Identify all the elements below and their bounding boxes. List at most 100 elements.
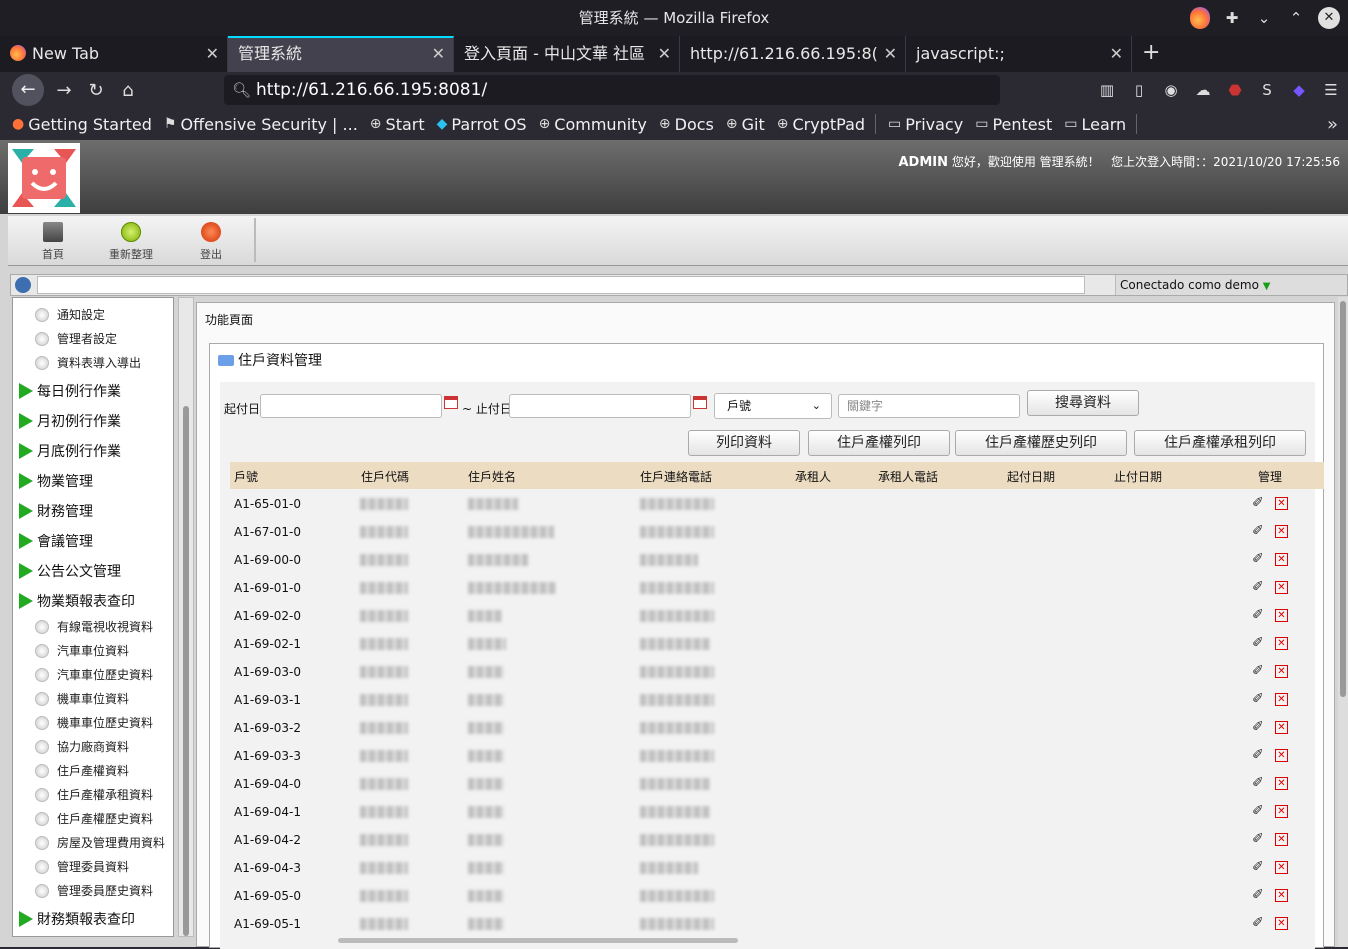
delete-icon[interactable]: ✕ [1275,553,1288,566]
close-tab-icon[interactable]: ✕ [1110,36,1123,72]
bookmark-cryptpad[interactable]: ⊕ CryptPad [777,115,865,134]
edit-icon[interactable]: ✐ [1252,635,1264,651]
sidebar-item[interactable]: 財務類報表查印 [13,909,173,929]
edit-icon[interactable]: ✐ [1252,803,1264,819]
delete-icon[interactable]: ✕ [1275,609,1288,622]
delete-icon[interactable]: ✕ [1275,497,1288,510]
user-status[interactable]: Conectado como demo ▼ [1115,275,1347,295]
bookmark-folder-pentest[interactable]: ▭ Pentest [975,115,1052,134]
sidebar-item[interactable]: 物業類報表查印 [13,591,173,611]
account-icon[interactable]: ◉ [1160,81,1182,99]
s-extension-icon[interactable]: S [1256,81,1278,99]
bookmark-parrot-os[interactable]: ◆ Parrot OS [437,115,527,134]
library-icon[interactable]: ▥ [1096,81,1118,99]
sidebar-item[interactable]: 會議管理 [13,531,173,551]
menu-icon[interactable]: ☰ [1320,81,1342,99]
history-print-button[interactable]: 住戶產權歷史列印 [955,430,1127,456]
sidebar-item[interactable]: 物業管理 [13,471,173,491]
rental-print-button[interactable]: 住戶產權承租列印 [1134,430,1306,456]
edit-icon[interactable]: ✐ [1252,663,1264,679]
delete-icon[interactable]: ✕ [1275,861,1288,874]
edit-icon[interactable]: ✐ [1252,887,1264,903]
pin-icon[interactable]: ✚ [1222,0,1242,36]
ublock-icon[interactable]: ⬣ [1224,81,1246,99]
delete-icon[interactable]: ✕ [1275,917,1288,930]
delete-icon[interactable]: ✕ [1275,581,1288,594]
sidebar-item[interactable]: 住戶產權資料 [13,762,173,779]
bookmark-folder-privacy[interactable]: ▭ Privacy [888,115,963,134]
forward-button[interactable]: → [48,80,80,101]
maximize-icon[interactable]: ⌃ [1286,0,1306,36]
sidebar-item[interactable]: 住戶產權歷史資料 [13,810,173,827]
tab-javascript[interactable]: javascript:; ✕ [906,36,1132,72]
edit-icon[interactable]: ✐ [1252,523,1264,539]
bookmark-offensive-security[interactable]: ⚑ Offensive Security | ... [164,115,358,134]
extension-icon[interactable]: ☁ [1192,81,1214,99]
edit-icon[interactable]: ✐ [1252,775,1264,791]
field-select[interactable]: 戶號 ⌄ [714,393,832,419]
bookmark-start[interactable]: ⊕ Start [370,115,425,134]
refresh-tool-button[interactable]: 重新整理 [96,222,166,262]
tab-login-page[interactable]: 登入頁面 - 中山文華 社區 ✕ [454,36,680,72]
edit-icon[interactable]: ✐ [1252,495,1264,511]
sidebar-item[interactable]: 每日例行作業 [13,381,173,401]
sidebar-item[interactable]: 財務管理 [13,501,173,521]
sidebar-item[interactable]: 機車車位資料 [13,690,173,707]
bookmark-getting-started[interactable]: ● Getting Started [12,115,152,134]
sidebar-item[interactable]: 管理委員資料 [13,858,173,875]
search-button[interactable]: 搜尋資料 [1027,390,1139,416]
delete-icon[interactable]: ✕ [1275,693,1288,706]
edit-icon[interactable]: ✐ [1252,831,1264,847]
sidebar-item[interactable]: 汽車車位歷史資料 [13,666,173,683]
sidebar-item[interactable]: 住戶產權承租資料 [13,786,173,803]
edit-icon[interactable]: ✐ [1252,719,1264,735]
tab-new-tab[interactable]: New Tab ✕ [0,36,228,72]
delete-icon[interactable]: ✕ [1275,665,1288,678]
delete-icon[interactable]: ✕ [1275,637,1288,650]
home-button[interactable]: ⌂ [112,80,144,101]
bookmark-docs[interactable]: ⊕ Docs [659,115,714,134]
page-scroll-thumb[interactable] [1340,301,1346,697]
page-scrollbar[interactable] [1338,297,1348,947]
sidebar-item[interactable]: 通知設定 [13,306,173,323]
close-tab-icon[interactable]: ✕ [206,36,219,72]
bookmark-community[interactable]: ⊕ Community [539,115,647,134]
reload-button[interactable]: ↻ [80,80,112,101]
sidebar-item[interactable]: 房屋及管理費用資料 [13,834,173,851]
bookmark-git[interactable]: ⊕ Git [726,115,765,134]
url-bar[interactable]: 🔍︎ http://61.216.66.195:8081/ [224,75,1000,105]
close-tab-icon[interactable]: ✕ [884,36,897,72]
edit-icon[interactable]: ✐ [1252,747,1264,763]
close-window-icon[interactable]: ✕ [1318,7,1340,29]
logout-tool-button[interactable]: 登出 [176,222,246,262]
edit-icon[interactable]: ✐ [1252,607,1264,623]
edit-icon[interactable]: ✐ [1252,579,1264,595]
new-tab-icon[interactable]: + [1132,36,1170,72]
delete-icon[interactable]: ✕ [1275,749,1288,762]
edit-icon[interactable]: ✐ [1252,551,1264,567]
sidebar-item[interactable]: 協力廠商資料 [13,738,173,755]
sidebar-item[interactable]: 月底例行作業 [13,441,173,461]
delete-icon[interactable]: ✕ [1275,721,1288,734]
sidebar-item[interactable]: 有線電視收視資料 [13,618,173,635]
sidebar-item[interactable]: 公告公文管理 [13,561,173,581]
edit-icon[interactable]: ✐ [1252,915,1264,931]
sidebar-scroll-thumb[interactable] [183,406,189,936]
sidebar-item[interactable]: 汽車車位資料 [13,642,173,659]
minimize-icon[interactable]: ⌄ [1254,0,1274,36]
delete-icon[interactable]: ✕ [1275,833,1288,846]
sidebar-icon[interactable]: ▯ [1128,81,1150,99]
tab-admin-system[interactable]: 管理系統 ✕ [228,36,454,72]
delete-icon[interactable]: ✕ [1275,889,1288,902]
sidebar-item[interactable]: 管理委員歷史資料 [13,882,173,899]
sidebar-item[interactable]: 管理者設定 [13,330,173,347]
calendar-icon[interactable] [444,396,458,409]
tab-ip-address[interactable]: http://61.216.66.195:8(✕ [680,36,906,72]
sidebar-item[interactable]: 機車車位歷史資料 [13,714,173,731]
edit-icon[interactable]: ✐ [1252,859,1264,875]
delete-icon[interactable]: ✕ [1275,525,1288,538]
delete-icon[interactable]: ✕ [1275,777,1288,790]
end-date-input[interactable] [509,394,691,418]
quick-search-input[interactable] [37,276,1085,294]
home-tool-button[interactable]: 首頁 [18,222,88,262]
